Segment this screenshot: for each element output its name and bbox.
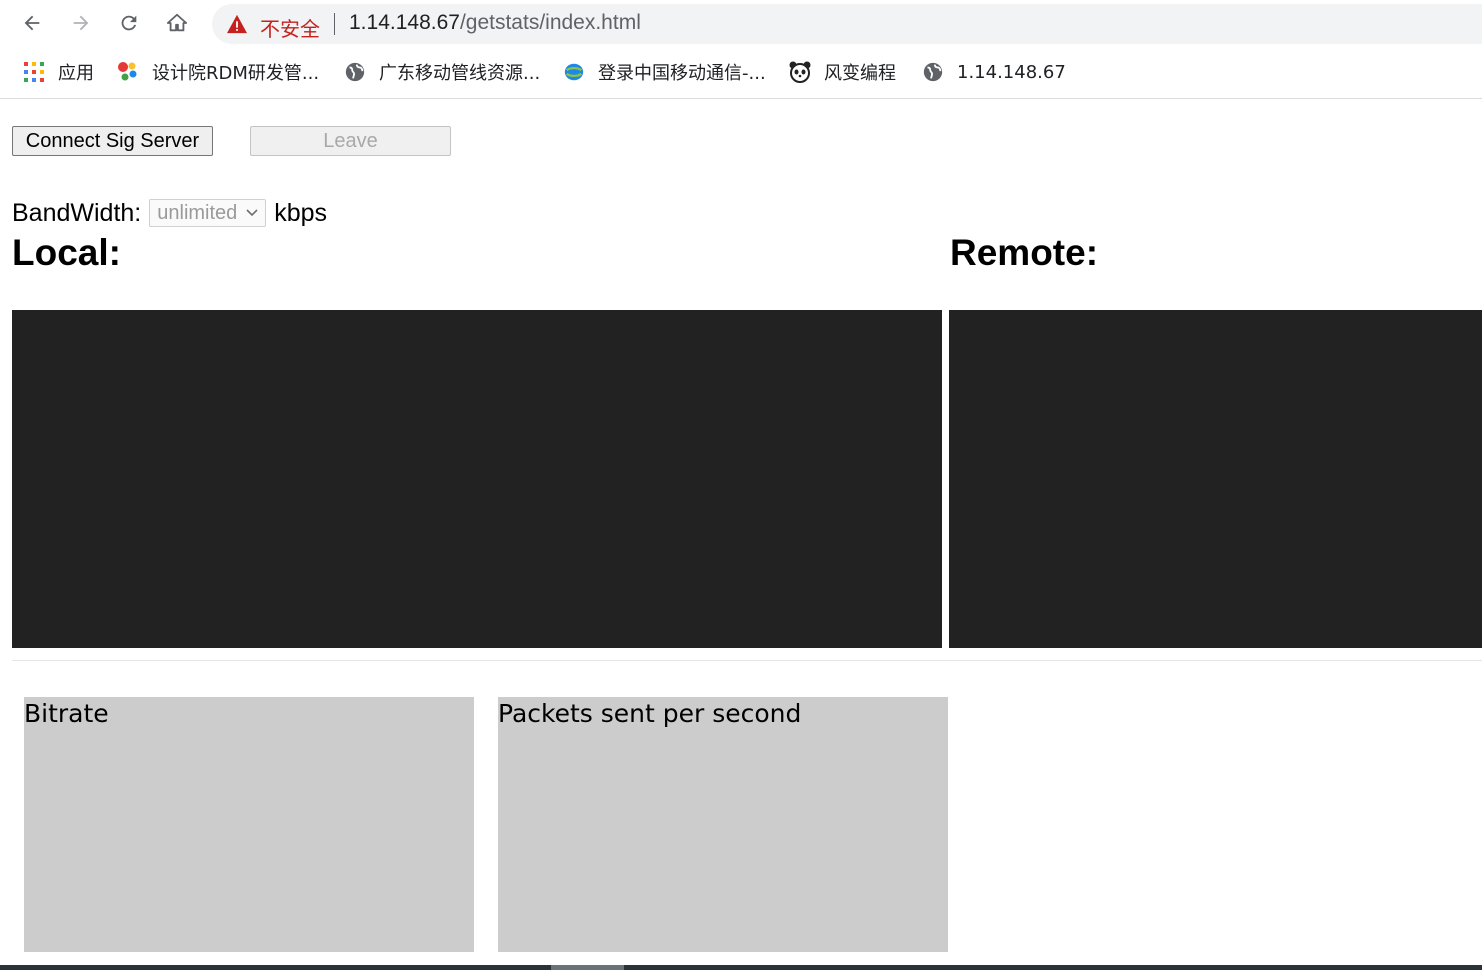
reload-button[interactable] [114,8,144,38]
remote-heading: Remote: [950,232,1099,273]
forward-button[interactable] [66,8,96,38]
packets-graph-title: Packets sent per second [498,699,802,728]
bookmarks-bar: 应用 设计院RDM研发管... 广东移动管线资源... 登录中国移动通信-...… [0,54,1482,90]
bandwidth-selected-value: unlimited [157,201,238,224]
bookmark-label: 1.14.148.67 [957,61,1066,83]
omnibox-divider [334,13,335,35]
bandwidth-row: BandWidth: unlimited kbps [12,198,327,228]
apps-grid-icon [22,60,46,84]
bookmark-label: 设计院RDM研发管... [152,63,320,84]
local-video[interactable] [12,310,942,648]
remote-video[interactable] [949,310,1482,648]
back-arrow-icon [24,15,40,31]
china-mobile-icon [562,60,586,84]
bitrate-graph: Bitrate [24,697,474,952]
packets-graph: Packets sent per second [498,697,948,952]
bandwidth-label: BandWidth: [12,198,142,227]
connect-sig-server-button[interactable]: Connect Sig Server [12,126,213,156]
url-path: /getstats/index.html [459,11,641,34]
colorful-dots-icon [116,60,140,84]
security-status[interactable]: 不安全 [260,13,320,42]
section-divider [12,660,1482,661]
browser-toolbar: 不安全 1.14.148.67/getstats/index.html [0,0,1482,46]
globe-icon [921,60,945,84]
back-button[interactable] [17,8,47,38]
reload-icon [121,15,137,31]
address-bar[interactable]: 不安全 1.14.148.67/getstats/index.html [212,4,1482,44]
url-host: 1.14.148.67 [349,11,460,34]
bookmark-guangdong[interactable]: 广东移动管线资源... [343,54,540,90]
bookmark-label: 登录中国移动通信-... [598,63,766,84]
bookmark-china-mobile[interactable]: 登录中国移动通信-... [562,54,766,90]
warning-triangle-icon [227,14,247,34]
horizontal-scrollbar[interactable] [0,965,1482,970]
bookmark-label: 广东移动管线资源... [379,63,541,84]
scrollbar-thumb[interactable] [551,965,624,970]
bookmark-fengbian[interactable]: 风变编程 [788,54,896,90]
page-content: Connect Sig Server Leave BandWidth: unli… [0,99,1482,970]
leave-button[interactable]: Leave [250,126,451,156]
bandwidth-unit: kbps [274,198,328,227]
bandwidth-select[interactable]: unlimited [149,199,267,227]
url-text[interactable]: 1.14.148.67/getstats/index.html [349,11,641,35]
bookmark-rdm[interactable]: 设计院RDM研发管... [116,54,319,90]
local-heading: Local: [12,232,121,273]
forward-arrow-icon [73,15,89,31]
bookmark-ip[interactable]: 1.14.148.67 [921,54,1066,90]
bookmark-label: 风变编程 [824,63,896,84]
chevron-down-icon [246,209,258,217]
bitrate-graph-title: Bitrate [24,699,109,728]
bookmark-apps[interactable]: 应用 [22,54,94,90]
panda-icon [788,60,812,84]
home-icon [166,13,188,32]
globe-icon [343,60,367,84]
home-button[interactable] [162,8,192,38]
bookmark-label: 应用 [58,63,94,84]
